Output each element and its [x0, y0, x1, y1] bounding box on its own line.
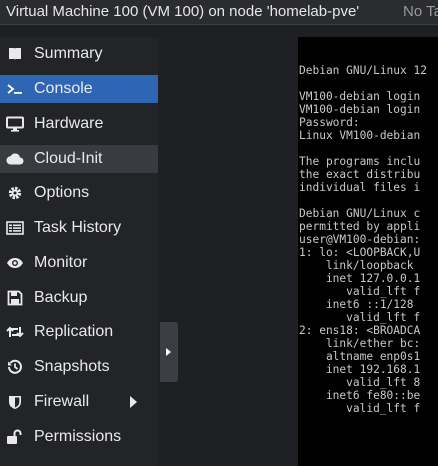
- vm-sidebar: Summary Console Hardware Cloud-Init Opti…: [0, 37, 158, 466]
- console-line: valid_lft f: [299, 402, 421, 415]
- history-icon: [6, 359, 24, 375]
- list-icon: [6, 220, 24, 236]
- console-line: individual files i: [299, 181, 421, 194]
- console-line: Debian GNU/Linux 12: [299, 64, 427, 77]
- sidebar-item-snapshots[interactable]: Snapshots: [0, 353, 158, 381]
- console-line: Debian GNU/Linux c: [299, 207, 421, 220]
- console-line: inet 192.168.1: [299, 363, 421, 376]
- console-line: VM100-debian login: [299, 90, 421, 103]
- console-line: Linux VM100-debian: [299, 129, 421, 142]
- sidebar-item-label: Replication: [34, 323, 114, 340]
- console-line: valid_lft f: [299, 285, 421, 298]
- sidebar-item-options[interactable]: Options: [0, 179, 158, 207]
- sidebar-item-label: Summary: [34, 45, 103, 62]
- sidebar-item-monitor[interactable]: Monitor: [0, 249, 158, 277]
- sidebar-item-label: Monitor: [34, 254, 88, 271]
- sidebar-item-label: Task History: [34, 219, 122, 236]
- window-titlebar: Virtual Machine 100 (VM 100) on node 'ho…: [0, 0, 438, 25]
- sidebar-item-cloud-init[interactable]: Cloud-Init: [0, 145, 158, 173]
- vm-console-screen[interactable]: Debian GNU/Linux 12 VM100-debian login VM1…: [298, 37, 438, 466]
- tags-label[interactable]: No Ta: [403, 0, 438, 24]
- sidebar-item-label: Options: [34, 184, 90, 201]
- cloud-icon: [6, 151, 24, 167]
- terminal-icon: [6, 81, 24, 97]
- sidebar-item-hardware[interactable]: Hardware: [0, 110, 158, 138]
- sidebar-item-label: Cloud-Init: [34, 150, 103, 167]
- chevron-right-icon: [130, 396, 137, 408]
- console-line: valid_lft 8: [299, 376, 421, 389]
- chevron-right-icon: [166, 348, 171, 356]
- console-line: VM100-debian login: [299, 103, 421, 116]
- console-line: altname enp0s1: [299, 350, 421, 363]
- sidebar-item-label: Snapshots: [34, 358, 110, 375]
- floppy-icon: [6, 290, 24, 306]
- eye-icon: [6, 255, 24, 271]
- console-output: Debian GNU/Linux 12 VM100-debian login VM1…: [299, 51, 427, 415]
- retweet-icon: [6, 324, 24, 340]
- gear-icon: [6, 185, 24, 201]
- console-line: inet6 fe80::be: [299, 389, 421, 402]
- sidebar-item-label: Hardware: [34, 115, 104, 132]
- console-line: The programs inclu: [299, 155, 421, 168]
- sidebar-item-console[interactable]: Console: [0, 75, 158, 103]
- collapse-sidebar-handle[interactable]: [160, 322, 178, 382]
- sidebar-item-label: Permissions: [34, 428, 122, 445]
- console-line: 2: ens18: <BROADCA: [299, 324, 421, 337]
- sidebar-item-label: Backup: [34, 289, 88, 306]
- console-line: user@VM100-debian:: [299, 233, 421, 246]
- sidebar-item-replication[interactable]: Replication: [0, 318, 158, 346]
- sidebar-item-label: Console: [34, 80, 93, 97]
- console-line: Password:: [299, 116, 360, 129]
- console-line: link/ether bc:: [299, 337, 421, 350]
- vm-title: Virtual Machine 100 (VM 100) on node 'ho…: [6, 3, 360, 20]
- sidebar-item-label: Firewall: [34, 393, 90, 410]
- console-line: link/loopback: [299, 259, 421, 272]
- monitor-icon: [6, 116, 24, 132]
- unlock-icon: [6, 429, 24, 445]
- console-line: inet6 ::1/128: [299, 298, 421, 311]
- content-panel: [158, 37, 298, 466]
- console-line: 1: lo: <LOOPBACK,U: [299, 246, 421, 259]
- book-icon: [6, 46, 24, 62]
- console-line: permitted by appli: [299, 220, 421, 233]
- sidebar-item-firewall[interactable]: Firewall: [0, 388, 158, 416]
- sidebar-item-task-history[interactable]: Task History: [0, 214, 158, 242]
- sidebar-item-summary[interactable]: Summary: [0, 40, 158, 68]
- console-line: inet 127.0.0.1: [299, 272, 421, 285]
- console-line: the exact distribu: [299, 168, 421, 181]
- console-line: valid_lft f: [299, 311, 421, 324]
- shield-icon: [6, 394, 24, 410]
- sidebar-item-backup[interactable]: Backup: [0, 284, 158, 312]
- sidebar-item-permissions[interactable]: Permissions: [0, 423, 158, 451]
